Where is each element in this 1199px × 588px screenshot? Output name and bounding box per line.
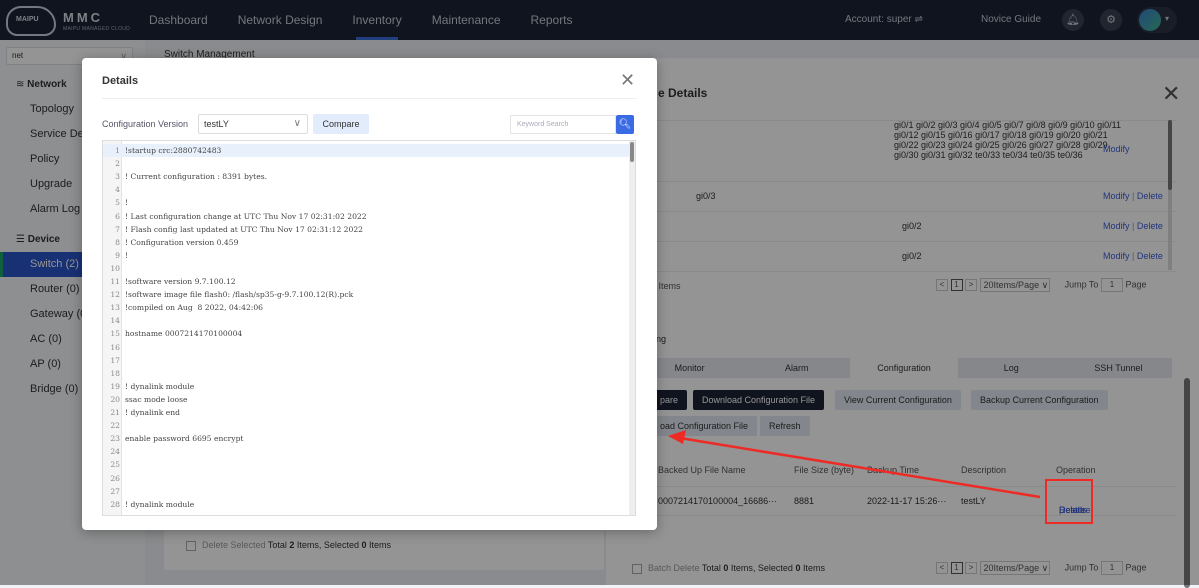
- code-line: 7 ! Flash config last updated at UTC Thu …: [103, 223, 631, 236]
- code-line: 26: [103, 472, 631, 485]
- line-number: 2: [115, 159, 120, 169]
- line-number: 3: [115, 172, 120, 182]
- line-number: 12: [110, 290, 120, 300]
- line-number: 22: [110, 421, 120, 431]
- line-number: 1: [115, 146, 120, 155]
- line-text: ! Last configuration change at UTC Thu N…: [125, 211, 367, 221]
- line-number: 4: [115, 185, 120, 195]
- scrollbar-thumb[interactable]: [630, 142, 634, 162]
- line-number: 13: [110, 303, 120, 313]
- code-scrollbar[interactable]: [629, 141, 635, 515]
- code-line: 28 ! dynalink module: [103, 498, 631, 511]
- code-line: 24: [103, 445, 631, 458]
- code-line: 15 hostname 0007214170100004: [103, 327, 631, 340]
- code-line: 14: [103, 314, 631, 327]
- chevron-down-icon: ∨: [293, 118, 301, 129]
- annotation-arrow-head: [668, 430, 686, 444]
- code-line: 4: [103, 183, 631, 196]
- line-text: hostname 0007214170100004: [125, 329, 243, 339]
- line-text: !software version 9.7.100.12: [125, 277, 236, 286]
- code-line: 8 ! Configuration version 0.459: [103, 236, 631, 249]
- line-number: 11: [110, 277, 120, 286]
- line-text: !: [125, 250, 129, 260]
- code-line: 21 ! dynalink end: [103, 406, 631, 419]
- line-number: 23: [110, 434, 120, 444]
- line-number: 26: [110, 473, 120, 483]
- config-version-select[interactable]: testLY ∨: [198, 114, 308, 134]
- modal-title: Details: [102, 75, 139, 87]
- code-line: 11 !software version 9.7.100.12: [103, 275, 631, 288]
- code-line: 20 ssac mode loose: [103, 393, 631, 406]
- compare-button[interactable]: Compare: [313, 114, 369, 134]
- code-line: 27: [103, 485, 631, 498]
- line-number: 7: [115, 224, 120, 234]
- line-number: 28: [110, 499, 120, 509]
- line-number: 15: [110, 329, 120, 339]
- line-number: 6: [115, 211, 120, 221]
- code-line: 16: [103, 341, 631, 354]
- line-text: ! Flash config last updated at UTC Thu N…: [125, 224, 364, 234]
- code-line: 25: [103, 458, 631, 471]
- line-number: 21: [110, 408, 120, 417]
- line-number: 17: [110, 355, 120, 365]
- line-number: 27: [110, 486, 120, 496]
- code-line: 6 ! Last configuration change at UTC Thu …: [103, 210, 631, 223]
- code-line: 18: [103, 367, 631, 380]
- annotation-highlight-box: [1045, 479, 1093, 524]
- code-line: 2: [103, 157, 631, 170]
- line-number: 18: [110, 368, 120, 378]
- line-number: 16: [110, 342, 120, 352]
- code-line: 19 ! dynalink module: [103, 380, 631, 393]
- config-version-value: testLY: [204, 119, 229, 129]
- search-icon[interactable]: 🔍︎: [616, 115, 634, 134]
- line-text: ! Configuration version 0.459: [125, 237, 239, 247]
- line-number: 10: [110, 263, 120, 273]
- line-number: 8: [115, 237, 120, 247]
- line-text: !compiled on Aug 8 2022, 04:42:06: [125, 303, 264, 313]
- line-text: !: [125, 198, 129, 208]
- annotation-arrow-line: [679, 436, 1041, 499]
- code-line: 3 ! Current configuration : 8391 bytes.: [103, 170, 631, 183]
- code-line: 13 !compiled on Aug 8 2022, 04:42:06: [103, 301, 631, 314]
- line-number: 24: [110, 447, 120, 457]
- code-line: 10: [103, 262, 631, 275]
- line-number: 9: [115, 250, 120, 260]
- line-text: enable password 6695 encrypt: [125, 434, 244, 444]
- line-text: ! dynalink module: [125, 499, 195, 509]
- line-text: ! dynalink module: [125, 381, 195, 391]
- line-number: 5: [115, 198, 120, 208]
- code-line: 12 !software image file flash0: /flash/sp…: [103, 288, 631, 301]
- code-line: 5!: [103, 196, 631, 209]
- code-line: 23 enable password 6695 encrypt: [103, 432, 631, 445]
- line-text: ssac mode loose: [125, 394, 188, 404]
- line-number: 14: [110, 316, 120, 326]
- code-line: 17: [103, 354, 631, 367]
- code-line: 9!: [103, 249, 631, 262]
- code-line: 22: [103, 419, 631, 432]
- line-text: !startup crc:2880742483: [125, 146, 222, 155]
- details-modal: Details ✕ Configuration Version testLY ∨ …: [82, 58, 657, 530]
- divider: [102, 98, 637, 99]
- close-icon[interactable]: ✕: [620, 70, 635, 91]
- line-number: 25: [110, 460, 120, 470]
- line-text: !software image file flash0: /flash/sp35…: [125, 290, 354, 300]
- keyword-search-input[interactable]: Keyword Search: [510, 115, 616, 134]
- config-version-label: Configuration Version: [102, 119, 189, 129]
- line-text: ! Current configuration : 8391 bytes.: [125, 172, 268, 182]
- line-number: 20: [110, 394, 120, 404]
- code-line: 1 !startup crc:2880742483: [103, 144, 631, 157]
- config-code-viewer[interactable]: 1 !startup crc:2880742483 2 3! Current conf…: [102, 140, 636, 516]
- line-number: 19: [110, 381, 120, 391]
- line-text: ! dynalink end: [125, 408, 181, 417]
